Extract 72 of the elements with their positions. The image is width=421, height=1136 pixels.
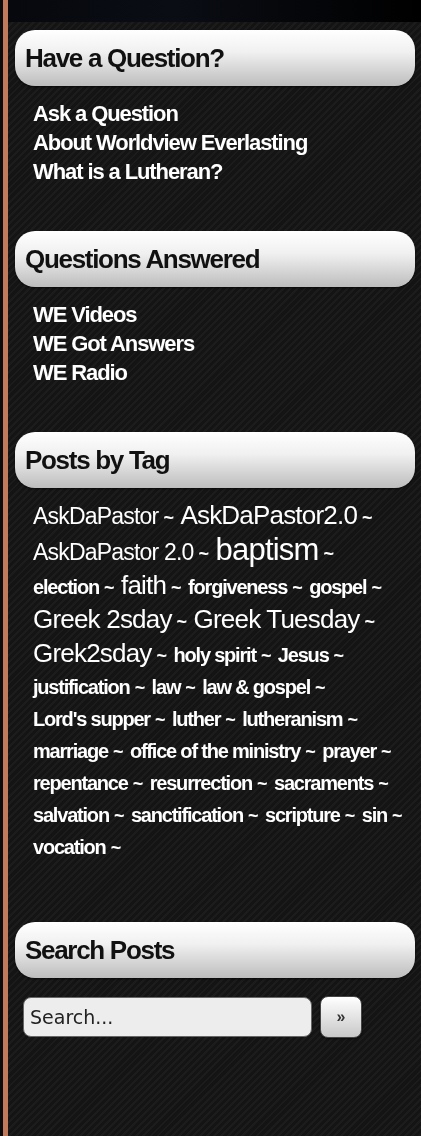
tag-separator: ~ [156,646,168,666]
tag-link[interactable]: prayer [322,740,377,762]
tag-separator: ~ [347,710,358,730]
tag-separator: ~ [315,678,326,698]
sidebar-link[interactable]: WE Radio [33,358,127,387]
tag-separator: ~ [176,612,188,632]
tag-link[interactable]: Lord's supper [33,708,150,730]
tag-link[interactable]: repentance [33,772,128,794]
tag-separator: ~ [378,774,389,794]
tag-separator: ~ [364,612,375,632]
tag-link[interactable]: scripture [264,804,340,826]
tag-link[interactable]: AskDaPastor2.0 [180,500,358,530]
tag-link[interactable]: Grek2sday [33,638,152,668]
section-header: Search Posts [15,922,415,978]
tag-link[interactable]: resurrection [149,772,252,794]
tag-link[interactable]: Greek 2sday [33,604,172,634]
sidebar-link[interactable]: WE Got Answers [33,329,195,358]
tag-separator: ~ [132,774,144,794]
tag-link[interactable]: forgiveness [188,576,288,598]
tag-separator: ~ [344,806,356,826]
tag-link[interactable]: justification [33,676,130,698]
tag-separator: ~ [171,578,182,598]
search-button[interactable]: » [320,996,362,1038]
tag-link[interactable]: Greek Tuesday [193,604,360,634]
tag-separator: ~ [113,806,125,826]
tag-link[interactable]: gospel [309,576,367,598]
tag-separator: ~ [198,544,210,564]
tag-separator: ~ [381,742,392,762]
tag-link[interactable]: AskDaPastor 2.0 [33,539,194,565]
tag-link[interactable]: sacraments [273,772,374,794]
tag-link[interactable]: law & gospel [202,676,311,698]
sidebar-link[interactable]: About Worldview Everlasting [33,128,308,157]
tag-link[interactable]: marriage [33,740,108,762]
tag-separator: ~ [257,774,268,794]
section-header: Have a Question? [15,30,415,86]
tag-separator: ~ [104,578,115,598]
tag-separator: ~ [110,838,122,858]
tag-separator: ~ [371,578,382,598]
tag-separator: ~ [333,646,345,666]
tag-link[interactable]: salvation [33,804,109,826]
tag-separator: ~ [112,742,124,762]
tag-separator: ~ [185,678,196,698]
tag-link[interactable]: baptism [215,532,319,567]
tag-separator: ~ [134,678,146,698]
tag-link[interactable]: vocation [33,836,106,858]
sidebar-link[interactable]: What is a Lutheran? [33,157,223,186]
tag-separator: ~ [362,508,373,528]
section-header: Questions Answered [15,231,415,287]
tag-link[interactable]: holy spirit [173,644,256,666]
sidebar-link[interactable]: Ask a Question [33,99,178,128]
tag-link[interactable]: sanctification [130,804,243,826]
tag-link[interactable]: AskDaPastor [33,503,159,529]
tag-separator: ~ [392,806,403,826]
tag-separator: ~ [163,508,174,528]
tag-separator: ~ [225,710,236,730]
tag-separator: ~ [292,578,303,598]
tag-link[interactable]: Jesus [277,644,329,666]
tag-link[interactable]: law [151,676,181,698]
tag-link[interactable]: sin [361,804,388,826]
tag-link[interactable]: election [33,576,99,598]
tag-separator: ~ [260,646,272,666]
tag-separator: ~ [305,742,316,762]
tag-link[interactable]: luther [171,708,221,730]
sidebar-link[interactable]: WE Videos [33,300,137,329]
tag-separator: ~ [248,806,259,826]
tag-separator: ~ [323,544,335,564]
search-field[interactable]: Search... [23,997,312,1037]
section-header: Posts by Tag [15,432,415,488]
tag-link[interactable]: office of the ministry [129,740,301,762]
tag-separator: ~ [154,710,166,730]
tag-link[interactable]: faith [120,570,167,600]
tag-link[interactable]: lutheranism [242,708,343,730]
